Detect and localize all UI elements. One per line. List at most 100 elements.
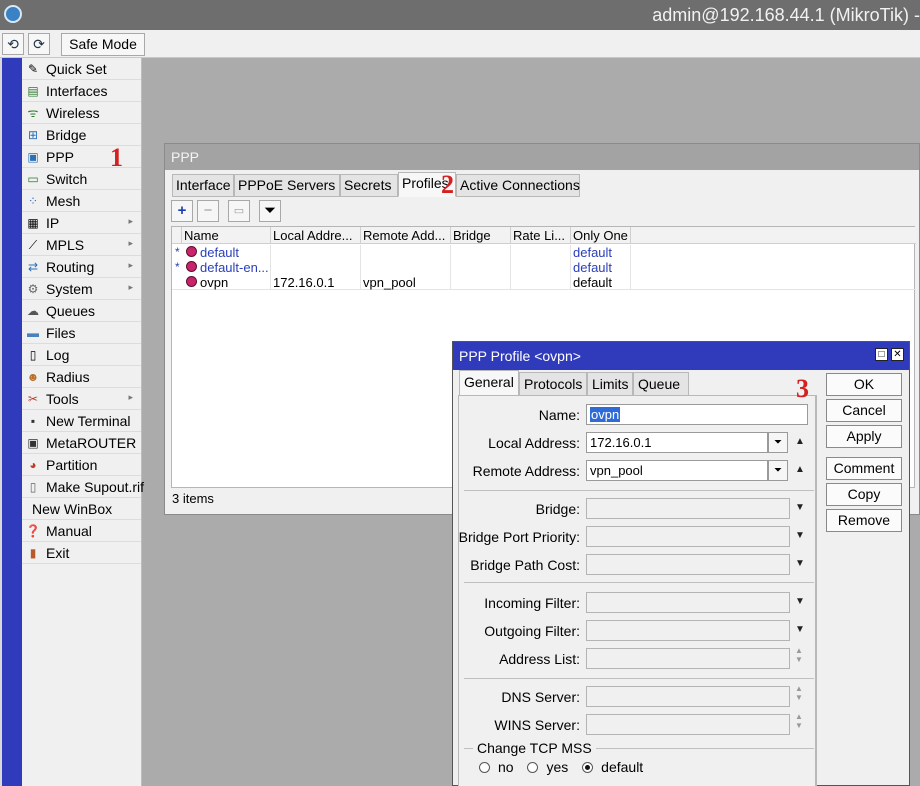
table-row[interactable]: ovpn 172.16.0.1 vpn_pool default [172, 275, 916, 290]
tab-queue[interactable]: Queue [633, 372, 689, 396]
dns-server-field[interactable] [586, 686, 790, 707]
remote-address-field[interactable]: vpn_pool [586, 460, 768, 481]
radio-default[interactable] [582, 762, 594, 773]
sidebar-item-tools[interactable]: ✂ Tools ▸ [22, 388, 141, 410]
local-address-field[interactable]: 172.16.0.1 [586, 432, 768, 453]
sidebar-item-wireless[interactable]: ᯤ Wireless [22, 102, 141, 124]
sidebar-item-files[interactable]: ▬ Files [22, 322, 141, 344]
sidebar-item-new-winbox[interactable]: New WinBox [22, 498, 141, 520]
radius-icon: ☻ [26, 370, 40, 384]
cell-local-address: 172.16.0.1 [271, 275, 361, 290]
sidebar-item-make-supout[interactable]: ▯ Make Supout.rif [22, 476, 144, 498]
bridge-dropdown-icon[interactable]: ▼ [795, 502, 805, 513]
comment-icon[interactable]: ▭ [228, 200, 250, 222]
header-name[interactable]: Name [182, 227, 271, 244]
incoming-filter-dropdown-icon[interactable]: ▼ [795, 596, 805, 607]
bridge-path-cost-dropdown-icon[interactable]: ▼ [795, 558, 805, 569]
local-address-collapse-icon[interactable]: ▲ [795, 436, 805, 447]
cancel-button[interactable]: Cancel [826, 399, 902, 422]
sidebar-item-switch[interactable]: ▭ Switch [22, 168, 141, 190]
sidebar-item-new-terminal[interactable]: ▪ New Terminal [22, 410, 141, 432]
table-row[interactable]: * default-en... default [172, 260, 916, 275]
sidebar-item-metarouter[interactable]: ▣ MetaROUTER [22, 432, 141, 454]
profile-icon [186, 261, 197, 272]
tab-pppoe-servers[interactable]: PPPoE Servers [234, 174, 340, 197]
header-remote-address[interactable]: Remote Add... [361, 227, 451, 244]
sidebar-item-mpls[interactable]: ⟋ MPLS ▸ [22, 234, 141, 256]
incoming-filter-field[interactable] [586, 592, 790, 613]
profile-icon [186, 276, 197, 287]
table-row[interactable]: * default default [172, 245, 916, 260]
address-list-up-icon[interactable]: ▲ [795, 646, 803, 655]
maximize-icon[interactable]: □ [875, 348, 888, 361]
tcp-mss-yes[interactable]: yes [527, 759, 568, 775]
outgoing-filter-dropdown-icon[interactable]: ▼ [795, 624, 805, 635]
ok-button[interactable]: OK [826, 373, 902, 396]
copy-button[interactable]: Copy [826, 483, 902, 506]
cell-remote-address [361, 260, 451, 275]
sidebar-item-manual[interactable]: ❓ Manual [22, 520, 141, 542]
tab-protocols[interactable]: Protocols [519, 372, 587, 396]
local-address-dropdown-icon[interactable]: ⏷ [768, 432, 788, 453]
sidebar-item-exit[interactable]: ▮ Exit [22, 542, 141, 564]
sidebar-item-partition[interactable]: ◕ Partition [22, 454, 141, 476]
remote-address-collapse-icon[interactable]: ▲ [795, 464, 805, 475]
remove-icon[interactable]: − [197, 200, 219, 222]
cell-remote-address: vpn_pool [361, 275, 451, 290]
bridge-port-priority-field[interactable] [586, 526, 790, 547]
comment-button[interactable]: Comment [826, 457, 902, 480]
sidebar-item-mesh[interactable]: ⁘ Mesh [22, 190, 141, 212]
annotation-1: 1 [110, 143, 123, 172]
tab-active-connections[interactable]: Active Connections [456, 174, 580, 197]
remote-address-dropdown-icon[interactable]: ⏷ [768, 460, 788, 481]
sidebar-menu: ✎ Quick Set ▤ Interfaces ᯤ Wireless ⊞ Bridge… [22, 58, 144, 786]
radio-yes[interactable] [527, 762, 539, 773]
apply-button[interactable]: Apply [826, 425, 902, 448]
header-only-one[interactable]: Only One [571, 227, 631, 244]
address-list-down-icon[interactable]: ▼ [795, 655, 803, 664]
sidebar-item-interfaces[interactable]: ▤ Interfaces [22, 80, 141, 102]
sidebar-item-radius[interactable]: ☻ Radius [22, 366, 141, 388]
dns-server-down-icon[interactable]: ▼ [795, 693, 803, 702]
safe-mode-button[interactable]: Safe Mode [61, 33, 145, 56]
mesh-icon: ⁘ [27, 194, 39, 208]
tcp-mss-default[interactable]: default [582, 759, 643, 775]
header-rate-limit[interactable]: Rate Li... [511, 227, 571, 244]
redo-icon[interactable]: ⟳ [28, 33, 50, 55]
sidebar-item-system[interactable]: ⚙ System ▸ [22, 278, 141, 300]
add-icon[interactable]: + [171, 200, 193, 222]
wins-server-up-icon[interactable]: ▲ [795, 712, 803, 721]
header-local-address[interactable]: Local Addre... [271, 227, 361, 244]
filter-icon[interactable]: ⏷ [259, 200, 281, 222]
sidebar-item-ppp[interactable]: ▣ PPP [22, 146, 141, 168]
sidebar-item-quick-set[interactable]: ✎ Quick Set [22, 58, 141, 80]
sidebar-item-ip[interactable]: ▦ IP ▸ [22, 212, 141, 234]
sidebar-item-log[interactable]: ▯ Log [22, 344, 141, 366]
wins-server-field[interactable] [586, 714, 790, 735]
sidebar-item-queues[interactable]: ☁ Queues [22, 300, 141, 322]
outgoing-filter-field[interactable] [586, 620, 790, 641]
dns-server-up-icon[interactable]: ▲ [795, 684, 803, 693]
tcp-mss-no[interactable]: no [479, 759, 514, 775]
tab-secrets[interactable]: Secrets [340, 174, 398, 197]
sidebar-item-routing[interactable]: ⇄ Routing ▸ [22, 256, 141, 278]
close-icon[interactable]: ✕ [891, 348, 904, 361]
remove-button[interactable]: Remove [826, 509, 902, 532]
name-field[interactable]: ovpn [586, 404, 808, 425]
bridge-port-priority-dropdown-icon[interactable]: ▼ [795, 530, 805, 541]
bridge-path-cost-field[interactable] [586, 554, 790, 575]
outgoing-filter-label: Outgoing Filter: [484, 623, 580, 639]
radio-no[interactable] [479, 762, 490, 773]
tab-limits[interactable]: Limits [587, 372, 633, 396]
header-bridge[interactable]: Bridge [451, 227, 511, 244]
address-list-field[interactable] [586, 648, 790, 669]
tab-interface[interactable]: Interface [172, 174, 234, 197]
bridge-field[interactable] [586, 498, 790, 519]
wand-icon: ✎ [27, 62, 39, 76]
cell-bridge [451, 275, 511, 290]
tools-icon: ✂ [27, 392, 39, 406]
wins-server-down-icon[interactable]: ▼ [795, 721, 803, 730]
tab-general[interactable]: General [459, 370, 519, 396]
undo-icon[interactable]: ⟲ [2, 33, 24, 55]
sidebar-item-bridge[interactable]: ⊞ Bridge [22, 124, 141, 146]
